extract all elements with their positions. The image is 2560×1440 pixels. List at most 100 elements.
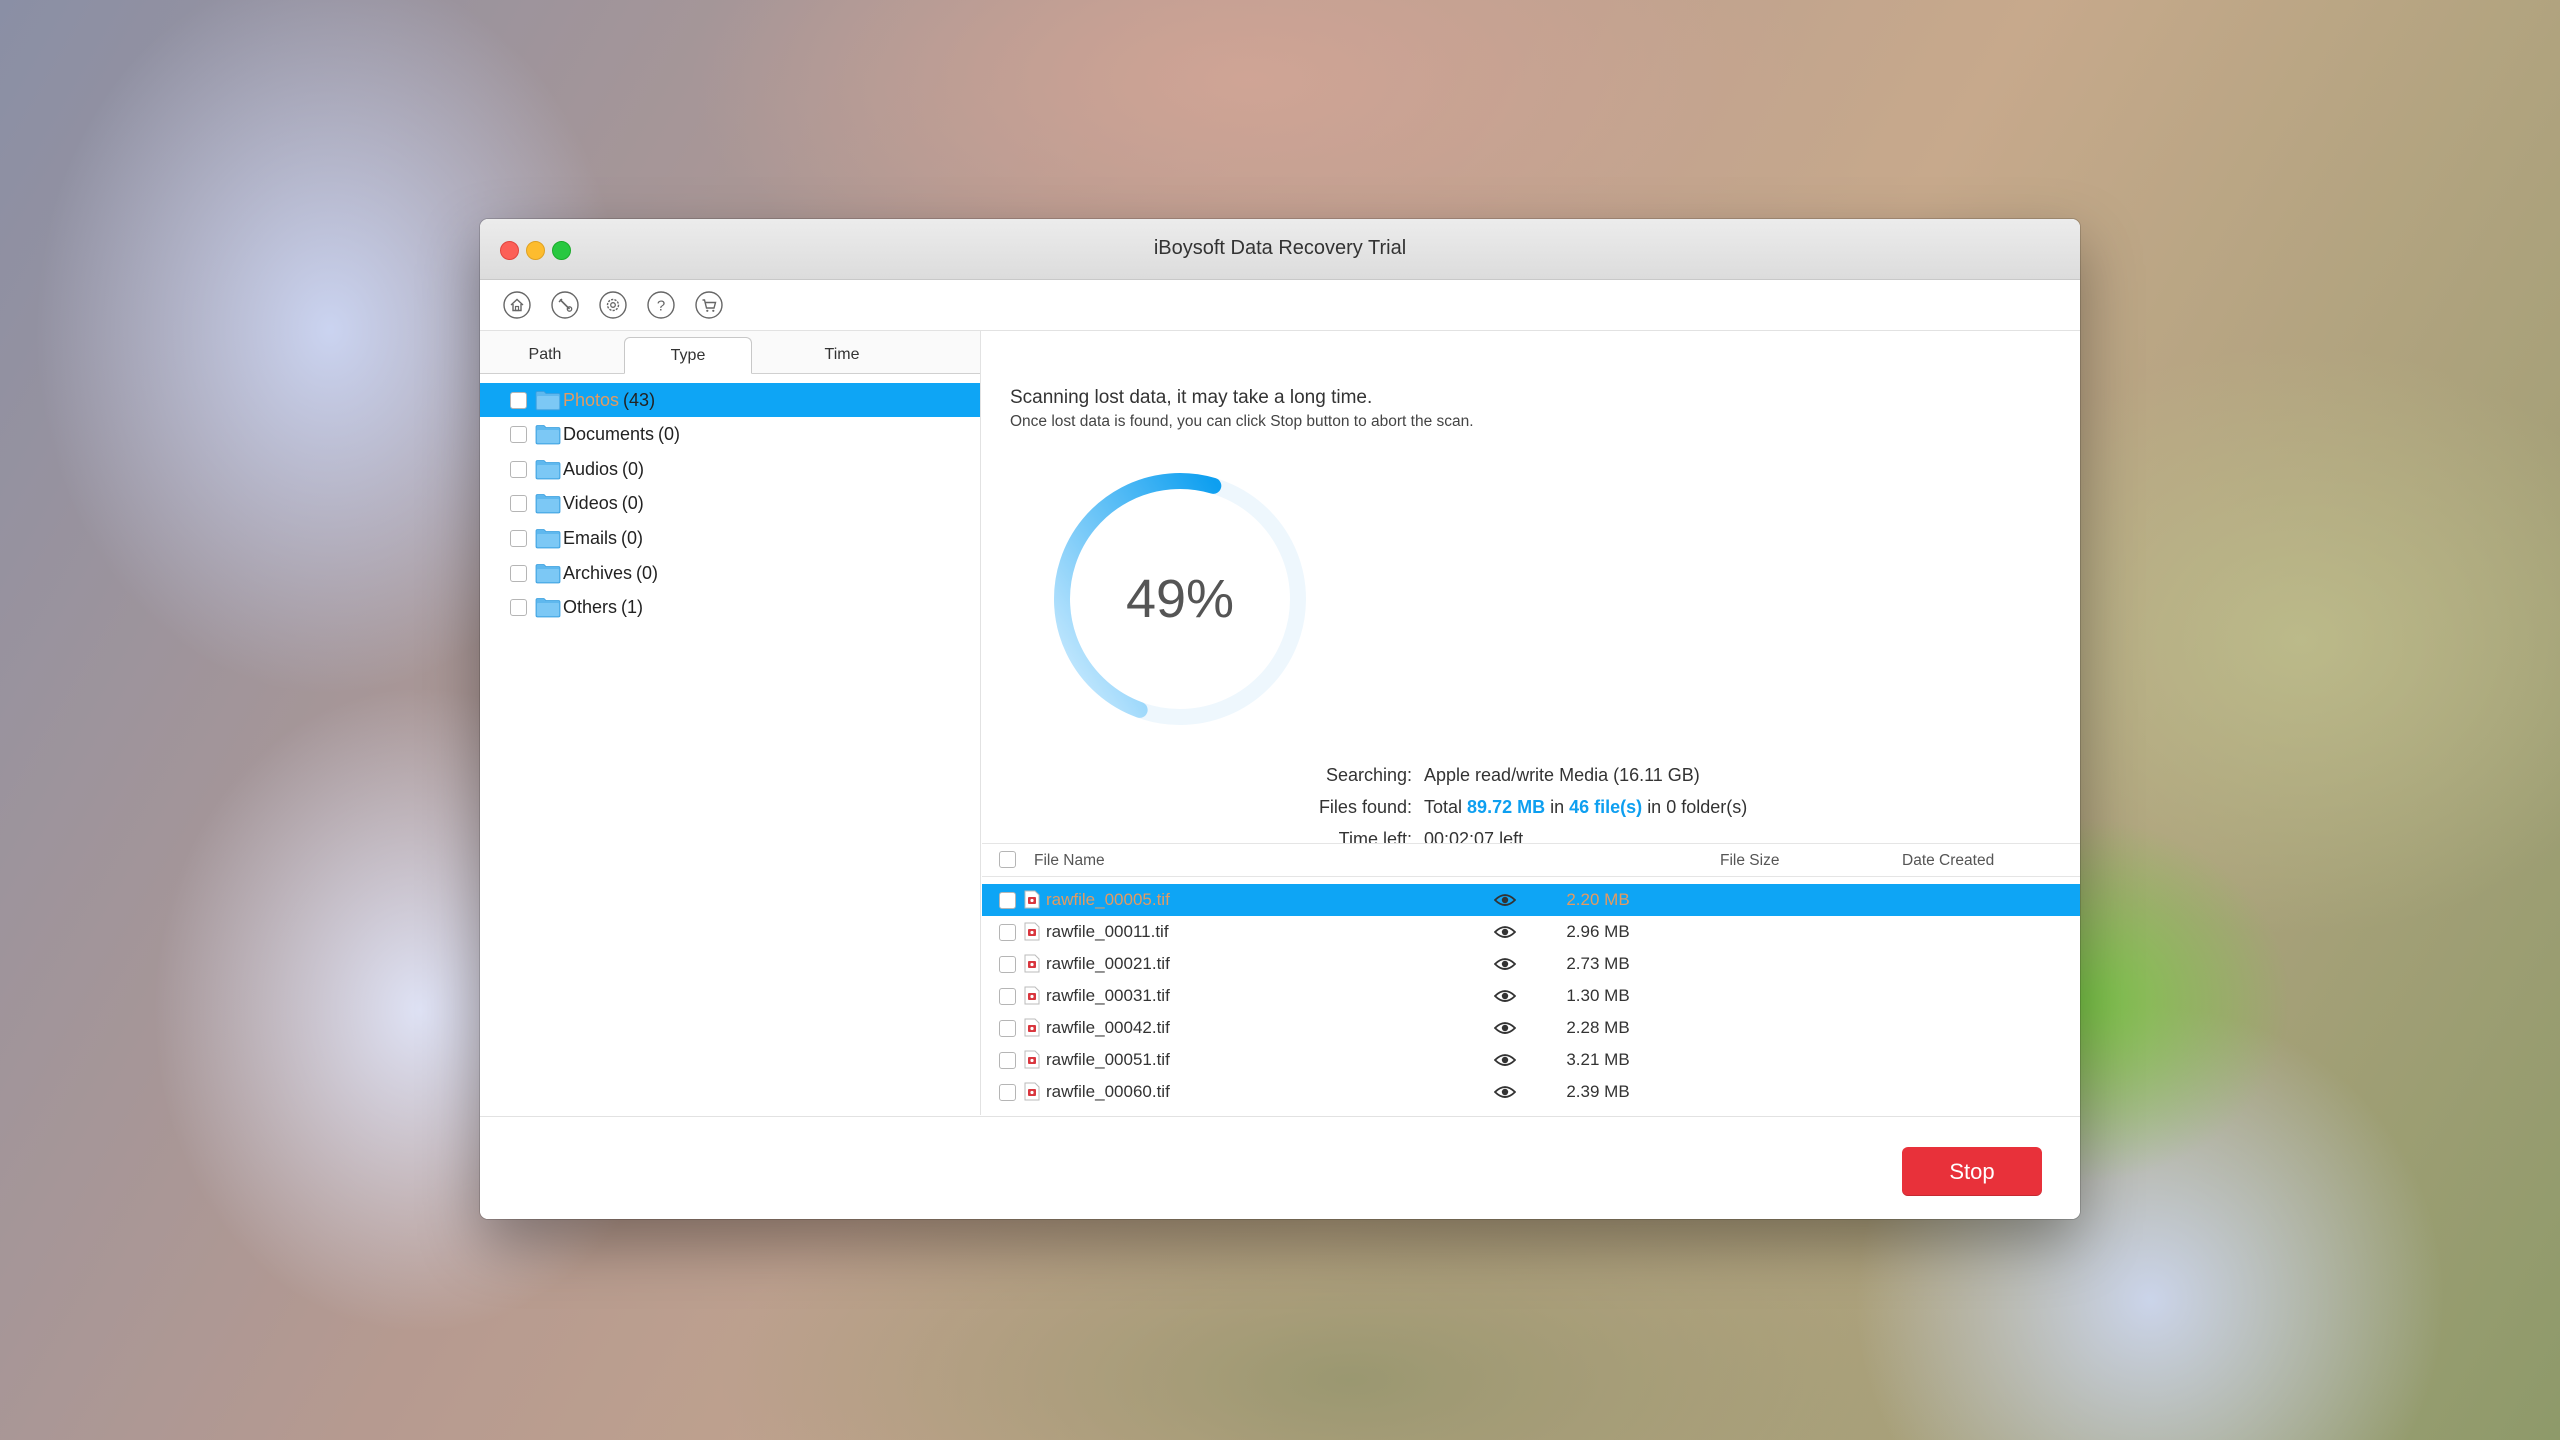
header-file-size[interactable]: File Size <box>1720 852 1779 870</box>
folder-icon <box>535 459 561 480</box>
tree-item-documents[interactable]: Documents (0) <box>480 418 980 452</box>
found-prefix: Total <box>1424 797 1463 817</box>
image-file-icon <box>1024 1018 1040 1037</box>
file-list: File Name File Size Date Created rawfile… <box>982 843 2080 1116</box>
file-name: rawfile_00042.tif <box>1046 1018 1170 1037</box>
settings-icon[interactable] <box>598 290 628 320</box>
file-checkbox[interactable] <box>999 892 1016 909</box>
file-checkbox[interactable] <box>999 1084 1016 1101</box>
scan-subtitle: Once lost data is found, you can click S… <box>1010 413 1474 430</box>
preview-eye-icon[interactable] <box>1494 1084 1516 1100</box>
category-panel: Path Type Time Photos (43) Documents (0) Aud… <box>480 331 981 1115</box>
folder-icon <box>535 425 561 445</box>
file-row[interactable]: rawfile_00060.tif 2.39 MB <box>982 1076 2080 1108</box>
found-size: 89.72 MB <box>1467 797 1546 817</box>
file-checkbox[interactable] <box>999 956 1016 973</box>
image-file-icon <box>1024 1082 1040 1101</box>
tree-item-audios[interactable]: Audios (0) <box>480 452 980 486</box>
svg-text:?: ? <box>657 298 665 315</box>
tools-icon[interactable] <box>550 290 580 320</box>
file-size: 2.28 MB <box>1566 1018 1630 1037</box>
file-size: 3.21 MB <box>1566 1050 1630 1069</box>
files-found-label: Files found: <box>1318 797 1412 817</box>
preview-eye-icon[interactable] <box>1494 1020 1516 1036</box>
file-size: 2.96 MB <box>1566 922 1630 941</box>
tree-item-archives[interactable]: Archives (0) <box>480 556 980 590</box>
file-row[interactable]: rawfile_00042.tif 2.28 MB <box>982 1012 2080 1044</box>
stop-button[interactable]: Stop <box>1902 1147 2042 1196</box>
tree-item-checkbox[interactable] <box>510 529 527 547</box>
file-name: rawfile_00031.tif <box>1046 986 1170 1005</box>
preview-eye-icon[interactable] <box>1494 892 1516 908</box>
file-size: 1.30 MB <box>1566 986 1630 1005</box>
app-window: iBoysoft Data Recovery Trial ? Path Type… <box>480 219 2080 1219</box>
tree-item-label: Emails <box>563 527 618 548</box>
tab-time[interactable]: Time <box>780 337 904 373</box>
folder-icon <box>535 598 561 618</box>
tree-item-count: (0) <box>636 562 659 583</box>
home-icon[interactable] <box>502 290 532 320</box>
file-size: 2.39 MB <box>1566 1082 1630 1101</box>
file-checkbox[interactable] <box>999 1020 1016 1037</box>
image-file-icon <box>1024 1050 1040 1069</box>
file-row[interactable]: rawfile_00011.tif 2.96 MB <box>982 916 2080 948</box>
image-file-icon <box>1024 922 1040 941</box>
toolbar: ? <box>480 280 2080 331</box>
preview-eye-icon[interactable] <box>1494 1052 1516 1068</box>
title-bar: iBoysoft Data Recovery Trial <box>480 219 2080 280</box>
tree-item-checkbox[interactable] <box>510 391 527 409</box>
file-name: rawfile_00051.tif <box>1046 1050 1170 1069</box>
file-row[interactable]: rawfile_00051.tif 3.21 MB <box>982 1044 2080 1076</box>
searching-value: Apple read/write Media (16.11 GB) <box>1424 765 1700 785</box>
tree-item-label: Archives <box>563 562 633 583</box>
tree-item-label: Videos <box>563 493 618 514</box>
found-suffix: in 0 folder(s) <box>1647 797 1748 817</box>
preview-eye-icon[interactable] <box>1494 988 1516 1004</box>
scan-title: Scanning lost data, it may take a long t… <box>1010 387 1373 408</box>
image-file-icon <box>1024 954 1040 973</box>
file-checkbox[interactable] <box>999 988 1016 1005</box>
cart-icon[interactable] <box>694 290 724 320</box>
file-row[interactable]: rawfile_00021.tif 2.73 MB <box>982 948 2080 980</box>
tree-item-checkbox[interactable] <box>510 426 527 444</box>
tree-item-label: Documents <box>563 424 655 445</box>
file-name: rawfile_00060.tif <box>1046 1082 1170 1101</box>
tree-item-checkbox[interactable] <box>510 460 527 478</box>
file-name: rawfile_00005.tif <box>1046 890 1170 909</box>
footer: Stop <box>480 1116 2080 1219</box>
preview-eye-icon[interactable] <box>1494 956 1516 972</box>
header-file-name[interactable]: File Name <box>1034 852 1105 870</box>
file-row[interactable]: rawfile_00031.tif 1.30 MB <box>982 980 2080 1012</box>
file-checkbox[interactable] <box>999 924 1016 941</box>
file-row[interactable]: rawfile_00005.tif 2.20 MB <box>982 884 2080 916</box>
tree-item-count: (43) <box>623 389 656 410</box>
tree-item-checkbox[interactable] <box>510 495 527 513</box>
tree-item-others[interactable]: Others (1) <box>480 591 980 625</box>
tree-item-count: (0) <box>622 458 645 479</box>
select-all-checkbox[interactable] <box>999 851 1016 868</box>
file-checkbox[interactable] <box>999 1052 1016 1069</box>
tree-item-videos[interactable]: Videos (0) <box>480 487 980 521</box>
view-tabs: Path Type Time <box>480 331 980 374</box>
folder-icon <box>535 494 561 514</box>
file-size: 2.20 MB <box>1566 890 1630 909</box>
file-name: rawfile_00021.tif <box>1046 954 1170 973</box>
tree-item-label: Photos <box>563 389 620 410</box>
tree-item-checkbox[interactable] <box>510 599 527 617</box>
tree-item-count: (0) <box>621 493 644 514</box>
preview-eye-icon[interactable] <box>1494 924 1516 940</box>
file-size: 2.73 MB <box>1566 954 1630 973</box>
image-file-icon <box>1024 986 1040 1005</box>
tree-item-count: (0) <box>658 424 681 445</box>
tree-item-checkbox[interactable] <box>510 564 527 582</box>
header-date-created[interactable]: Date Created <box>1902 852 1994 870</box>
searching-label: Searching: <box>1325 765 1412 785</box>
tab-path[interactable]: Path <box>504 337 586 373</box>
help-icon[interactable]: ? <box>646 290 676 320</box>
tab-type[interactable]: Type <box>624 337 752 374</box>
found-count: 46 file(s) <box>1569 797 1643 817</box>
tree-item-count: (1) <box>621 597 644 618</box>
tree-item-photos[interactable]: Photos (43) <box>480 383 980 417</box>
files-found-value: Total 89.72 MB in 46 file(s) in 0 folder… <box>1424 797 1747 818</box>
tree-item-emails[interactable]: Emails (0) <box>480 521 980 555</box>
